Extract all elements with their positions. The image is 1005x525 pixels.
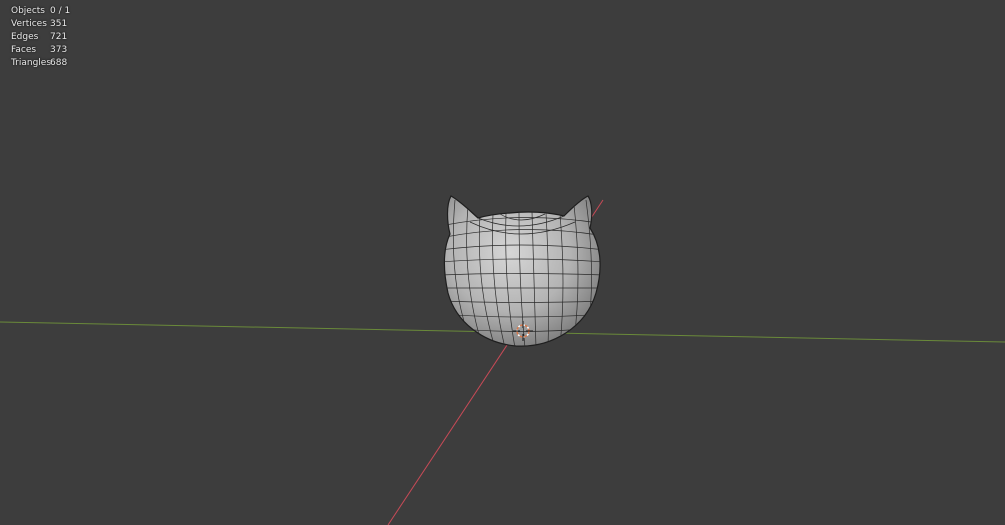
stat-objects: Objects 0 / 1 bbox=[11, 5, 70, 18]
stat-label: Objects bbox=[11, 6, 46, 16]
stat-label: Edges bbox=[11, 32, 39, 42]
stat-label: Vertices bbox=[11, 19, 47, 29]
scene-statistics-overlay: Objects 0 / 1 Vertices 351 Edges 721 Fac… bbox=[11, 5, 70, 70]
stat-vertices: Vertices 351 bbox=[11, 18, 70, 31]
stat-faces: Faces 373 bbox=[11, 44, 70, 57]
stat-value: 721 bbox=[50, 32, 68, 42]
stat-value: 351 bbox=[50, 19, 68, 29]
stat-value: 373 bbox=[50, 45, 68, 55]
stat-value: 688 bbox=[50, 58, 68, 68]
stat-triangles: Triangles 688 bbox=[11, 57, 70, 70]
stat-label: Faces bbox=[11, 45, 37, 55]
stat-value: 0 / 1 bbox=[50, 6, 71, 16]
stat-edges: Edges 721 bbox=[11, 31, 70, 44]
3d-viewport[interactable]: Objects 0 / 1 Vertices 351 Edges 721 Fac… bbox=[0, 0, 1005, 525]
stat-label: Triangles bbox=[11, 58, 52, 68]
scene-canvas[interactable] bbox=[0, 0, 1005, 525]
